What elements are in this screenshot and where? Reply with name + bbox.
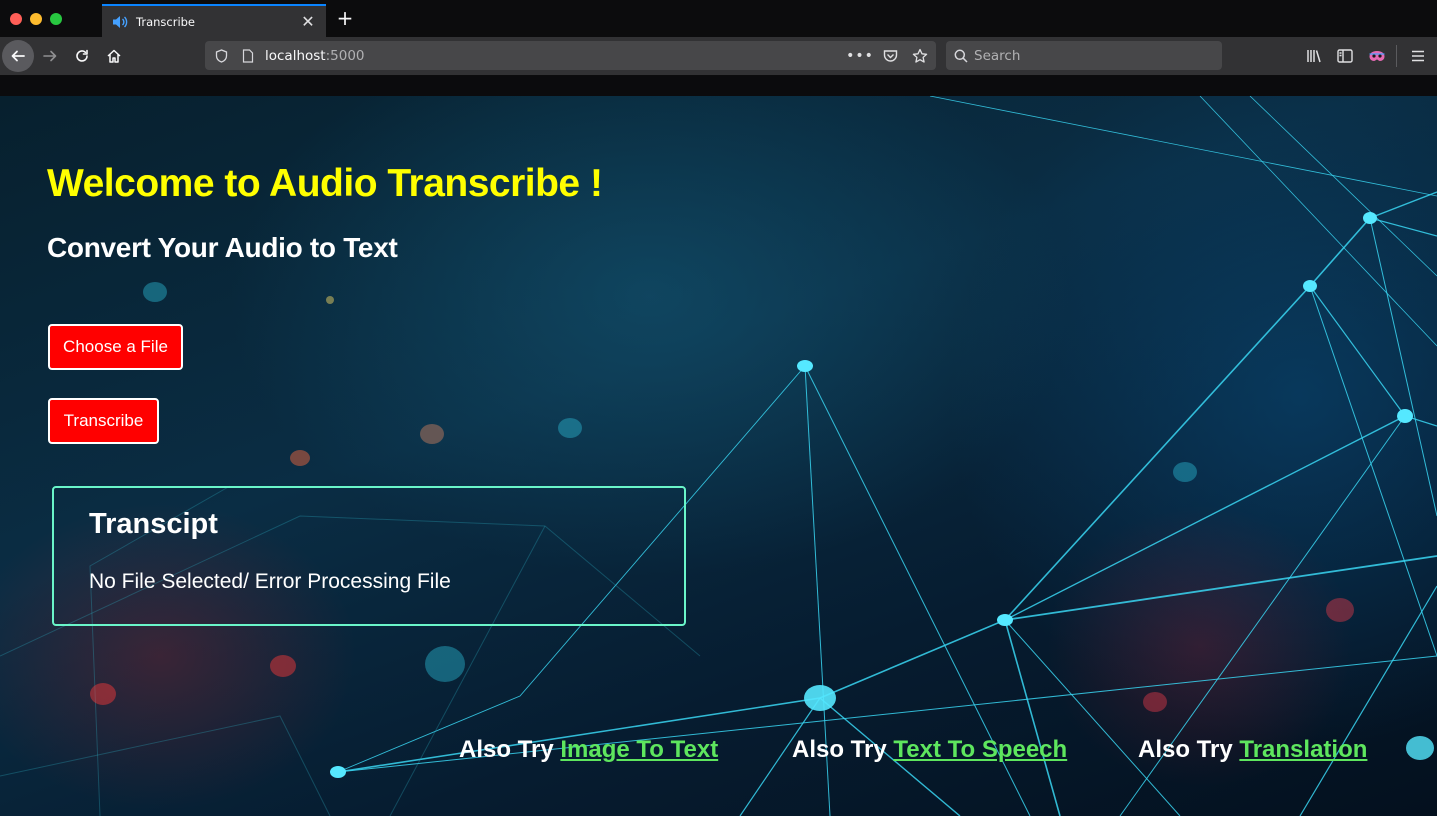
search-bar[interactable]: Search [946,41,1222,70]
transcript-title: Transcipt [89,508,218,540]
transcript-panel: Transcipt No File Selected/ Error Proces… [52,486,686,626]
url-text: localhost:5000 [265,48,365,64]
translation-link[interactable]: Translation [1239,736,1367,763]
window-maximize-button[interactable] [50,13,62,25]
back-button[interactable] [2,40,34,72]
speaker-icon [112,14,128,30]
page-title: Welcome to Audio Transcribe ! [47,162,603,205]
search-placeholder: Search [974,47,1021,64]
back-arrow-icon [11,50,25,62]
hamburger-menu-icon [1412,50,1424,62]
url-bar[interactable]: localhost:5000 ••• [205,41,936,70]
page-actions-menu-icon[interactable]: ••• [846,44,873,68]
window-close-button[interactable] [10,13,22,25]
page-info-icon[interactable] [237,45,259,67]
choose-file-button[interactable]: Choose a File [48,324,183,370]
pocket-icon[interactable] [878,44,902,68]
page-content: Welcome to Audio Transcribe ! Convert Yo… [0,96,1437,816]
new-tab-button[interactable]: + [334,6,356,30]
forward-arrow-icon [43,50,57,62]
url-port: :5000 [325,47,365,64]
window-minimize-button[interactable] [30,13,42,25]
tracking-protection-shield-icon[interactable] [210,45,232,67]
sidebar-icon [1337,49,1353,63]
tab-close-icon[interactable]: ✕ [300,12,316,31]
library-icon [1307,50,1321,63]
text-to-speech-link[interactable]: Text To Speech [893,736,1067,763]
tab-transcribe[interactable]: Transcribe ✕ [102,4,326,37]
also-try-prefix: Also Try [792,736,894,763]
also-try-image-to-text: Also Try Image To Text [459,736,718,764]
also-try-prefix: Also Try [1138,736,1240,763]
reload-button[interactable] [67,41,97,71]
image-to-text-link[interactable]: Image To Text [560,736,718,763]
transcribe-button[interactable]: Transcribe [48,398,159,444]
sidebar-button[interactable] [1331,42,1359,70]
forward-button[interactable] [35,41,65,71]
web-page: Welcome to Audio Transcribe ! Convert Yo… [0,96,1437,816]
also-try-translation: Also Try Translation [1138,736,1367,764]
also-try-prefix: Also Try [459,736,561,763]
url-host: localhost [265,47,326,64]
tab-bar: Transcribe ✕ + [0,0,1437,37]
library-button[interactable] [1300,42,1328,70]
home-button[interactable] [99,41,129,71]
toolbar-separator [1396,45,1397,67]
bookmark-star-icon[interactable] [908,44,932,68]
tab-title: Transcribe [136,14,196,29]
page-subtitle: Convert Your Audio to Text [47,232,398,263]
reload-icon [76,49,88,62]
home-icon [107,49,121,63]
browser-window: Transcribe ✕ + localhost:5000 ••• Search… [0,0,1437,816]
search-icon [954,49,968,63]
also-try-text-to-speech: Also Try Text To Speech [792,736,1067,764]
nav-toolbar: localhost:5000 ••• Search [0,37,1437,76]
transcript-text: No File Selected/ Error Processing File [89,570,451,593]
extension-mask-icon [1369,51,1385,61]
app-menu-button[interactable] [1404,42,1432,70]
account-button[interactable] [1363,42,1391,70]
